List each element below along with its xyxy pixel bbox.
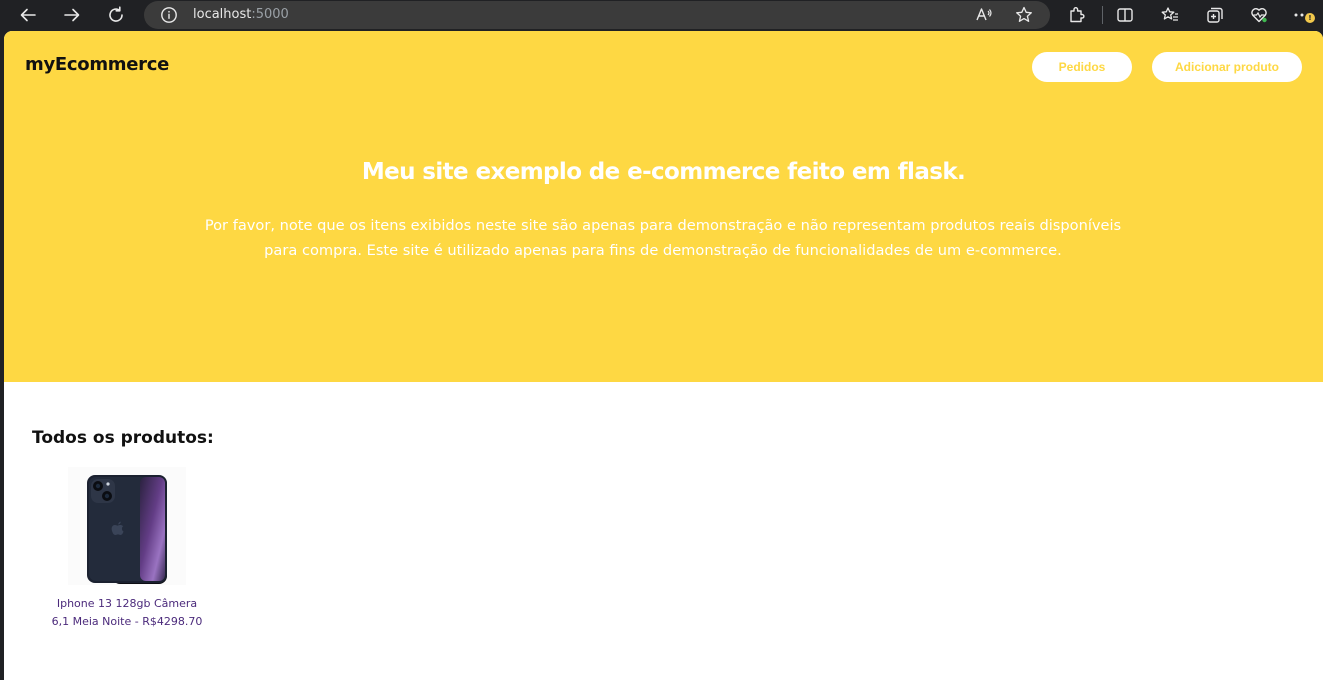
favorites-icon <box>1161 7 1178 21</box>
puzzle-icon <box>1070 7 1085 23</box>
forward-button[interactable] <box>59 2 85 28</box>
url-port: :5000 <box>251 7 289 22</box>
info-icon[interactable] <box>160 6 178 24</box>
toolbar-divider <box>1102 6 1103 24</box>
arrow-right-icon <box>64 8 80 22</box>
read-aloud-button[interactable] <box>974 5 994 25</box>
collections-icon <box>1207 7 1223 23</box>
extensions-button[interactable] <box>1065 3 1089 27</box>
site-logo[interactable]: myEcommerce <box>25 54 169 75</box>
product-name-link[interactable]: Iphone 13 128gb Câmera 6,1 Meia Noite - … <box>48 595 206 631</box>
add-product-button[interactable]: Adicionar produto <box>1152 52 1302 82</box>
hero-description: Por favor, note que os itens exibidos ne… <box>204 217 1122 259</box>
product-card[interactable]: Iphone 13 128gb Câmera 6,1 Meia Noite - … <box>48 467 206 647</box>
split-screen-icon <box>1117 8 1133 22</box>
heart-pulse-icon <box>1251 8 1267 23</box>
smartphone-icon <box>87 475 167 584</box>
browser-toolbar: localhost:5000 ! <box>0 0 1323 30</box>
alert-badge: ! <box>1305 13 1315 23</box>
browser-essentials-button[interactable] <box>1247 3 1271 27</box>
back-button[interactable] <box>15 2 41 28</box>
favorites-button[interactable] <box>1158 3 1182 27</box>
read-aloud-icon <box>976 8 992 21</box>
reload-icon <box>109 6 123 22</box>
products-section-title: Todos os produtos: <box>32 428 214 448</box>
split-screen-button[interactable] <box>1113 3 1137 27</box>
product-image[interactable] <box>68 467 186 585</box>
url-host: localhost <box>193 7 252 22</box>
favorite-button[interactable] <box>1014 5 1034 25</box>
hero-title: Meu site exemplo de e-commerce feito em … <box>361 159 966 185</box>
collections-button[interactable] <box>1203 3 1227 27</box>
reload-button[interactable] <box>103 2 129 28</box>
address-bar[interactable]: localhost:5000 <box>144 1 1050 29</box>
url-text[interactable]: localhost:5000 <box>193 6 289 24</box>
star-outline-icon <box>1016 6 1032 22</box>
page-viewport: myEcommerce Pedidos Adicionar produto Me… <box>4 31 1323 680</box>
arrow-left-icon <box>20 8 36 22</box>
hero-section: myEcommerce Pedidos Adicionar produto Me… <box>4 31 1323 382</box>
orders-button[interactable]: Pedidos <box>1032 52 1132 82</box>
